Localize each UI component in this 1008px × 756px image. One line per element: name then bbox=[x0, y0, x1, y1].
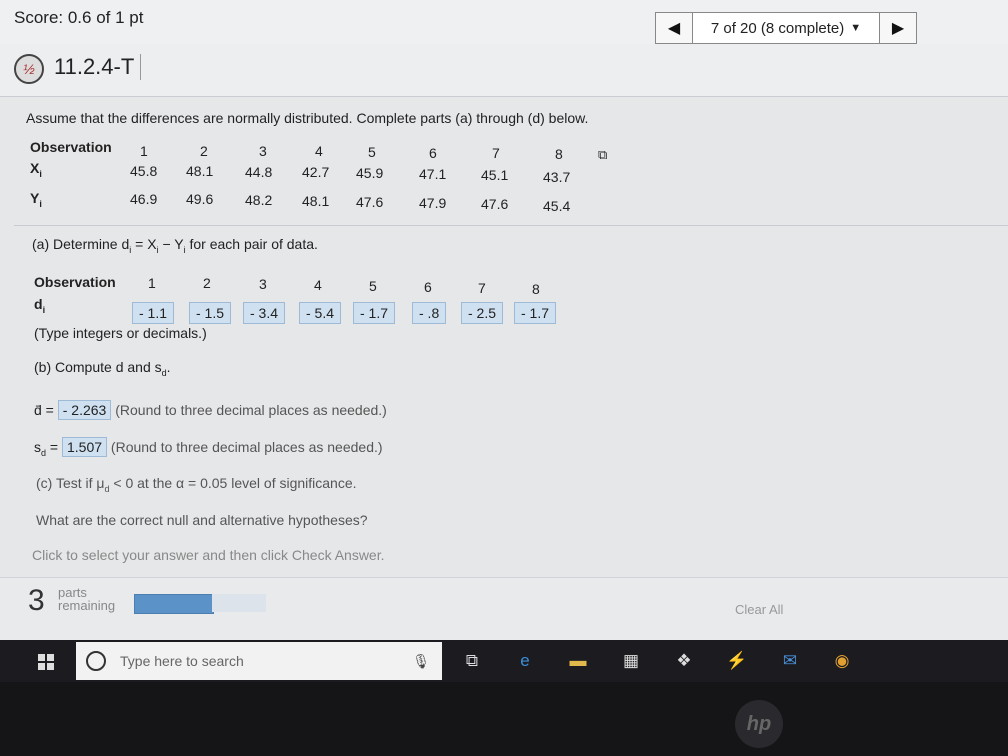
d-obs-1: 1 bbox=[148, 275, 156, 291]
obs-header-4: 4 bbox=[315, 143, 323, 159]
parts-remaining-label: parts remaining bbox=[58, 585, 116, 613]
dbar-hint: (Round to three decimal places as needed… bbox=[115, 402, 387, 418]
obs-header-8: 8 bbox=[555, 146, 563, 162]
right-arrow-icon: ▶ bbox=[891, 20, 905, 37]
progress-bar-fill bbox=[134, 594, 214, 614]
dbar-row: d̄ = - 2.263 (Round to three decimal pla… bbox=[34, 400, 387, 420]
part-b-prompt: (b) Compute d and sd. bbox=[34, 359, 171, 378]
taskbar-search-placeholder: Type here to search bbox=[120, 653, 244, 669]
microphone-icon[interactable]: 🎙 bbox=[412, 653, 430, 670]
cortana-icon bbox=[86, 651, 106, 671]
x-value-7: 45.1 bbox=[481, 167, 509, 183]
y-value-1: 46.9 bbox=[130, 191, 158, 207]
d-answer-4[interactable]: - 5.4 bbox=[299, 302, 342, 324]
d-answer-8[interactable]: - 1.7 bbox=[514, 302, 557, 324]
question-counter-dropdown[interactable]: 7 of 20 (8 complete) ▼ bbox=[693, 12, 879, 44]
question-id: 11.2.4-T bbox=[54, 54, 142, 80]
d-answer-6[interactable]: - .8 bbox=[412, 302, 447, 324]
problem-intro: Assume that the differences are normally… bbox=[26, 110, 589, 126]
x-value-2: 48.1 bbox=[186, 163, 214, 179]
d-answer-3[interactable]: - 3.4 bbox=[243, 302, 286, 324]
task-view-icon[interactable]: ⧉ bbox=[462, 651, 482, 671]
taskbar: Type here to search 🎙 ⧉ e ▬ ▦ ❖ ⚡ ✉ ◉ bbox=[0, 640, 1008, 682]
table-label-observation: Observation bbox=[30, 139, 112, 155]
obs-header-5: 5 bbox=[368, 144, 376, 160]
part-a-observation-label: Observation bbox=[34, 274, 116, 290]
y-value-2: 49.6 bbox=[186, 191, 214, 207]
answer-instruction: Click to select your answer and then cli… bbox=[32, 547, 385, 563]
obs-header-3: 3 bbox=[259, 143, 267, 159]
y-value-8: 45.4 bbox=[543, 198, 571, 214]
status-footer: 3 parts remaining Clear All bbox=[0, 577, 1008, 641]
d-obs-4: 4 bbox=[314, 277, 322, 293]
parts-remaining-count: 3 bbox=[28, 584, 45, 617]
obs-header-6: 6 bbox=[429, 145, 437, 161]
question-content: Assume that the differences are normally… bbox=[0, 97, 1008, 577]
obs-header-7: 7 bbox=[492, 145, 500, 161]
mail-icon[interactable]: ✉ bbox=[780, 651, 800, 671]
app-icon[interactable]: ⚡ bbox=[726, 651, 747, 671]
laptop-bezel bbox=[0, 682, 1008, 756]
progress-bar-track bbox=[212, 594, 266, 612]
obs-header-2: 2 bbox=[200, 143, 208, 159]
partial-credit-icon: ½ bbox=[14, 54, 44, 84]
left-arrow-icon: ◀ bbox=[667, 20, 681, 37]
x-value-4: 42.7 bbox=[302, 164, 330, 180]
question-counter-text: 7 of 20 (8 complete) bbox=[710, 19, 845, 37]
x-value-1: 45.8 bbox=[130, 163, 158, 179]
table-label-x: Xi bbox=[30, 160, 42, 179]
y-value-6: 47.9 bbox=[419, 195, 447, 211]
next-question-button[interactable]: ▶ bbox=[879, 12, 917, 44]
d-obs-7: 7 bbox=[478, 280, 486, 296]
d-obs-2: 2 bbox=[203, 275, 211, 291]
dropdown-arrow-icon: ▼ bbox=[850, 22, 862, 34]
question-navigator: ◀ 7 of 20 (8 complete) ▼ ▶ bbox=[655, 12, 917, 44]
d-obs-8: 8 bbox=[532, 281, 540, 297]
top-bar: Score: 0.6 of 1 pt ◀ 7 of 20 (8 complete… bbox=[0, 0, 1008, 45]
d-obs-6: 6 bbox=[424, 279, 432, 295]
store-icon[interactable]: ▦ bbox=[621, 651, 641, 671]
clear-all-button[interactable]: Clear All bbox=[735, 602, 783, 617]
copy-table-icon[interactable]: ⧉ bbox=[598, 147, 607, 163]
edge-browser-icon[interactable]: e bbox=[515, 651, 535, 671]
divider bbox=[14, 225, 1008, 226]
question-header: ½ 11.2.4-T bbox=[0, 44, 1008, 97]
d-answer-2[interactable]: - 1.5 bbox=[189, 302, 232, 324]
sd-hint: (Round to three decimal places as needed… bbox=[110, 439, 383, 455]
sd-row: sd = 1.507 (Round to three decimal place… bbox=[34, 437, 383, 458]
score-text: Score: 0.6 of 1 pt bbox=[14, 8, 144, 27]
d-answer-1[interactable]: - 1.1 bbox=[132, 302, 175, 324]
previous-question-button[interactable]: ◀ bbox=[655, 12, 693, 44]
dbar-answer[interactable]: - 2.263 bbox=[57, 400, 112, 420]
d-obs-3: 3 bbox=[259, 276, 267, 292]
d-answer-5[interactable]: - 1.7 bbox=[353, 302, 396, 324]
x-value-6: 47.1 bbox=[419, 166, 447, 182]
part-c-prompt: (c) Test if μd < 0 at the α = 0.05 level… bbox=[36, 475, 357, 494]
dropbox-icon[interactable]: ❖ bbox=[674, 651, 694, 671]
part-a-prompt: (a) Determine di = Xi − Yi for each pair… bbox=[32, 236, 318, 255]
part-c-question: What are the correct null and alternativ… bbox=[36, 512, 368, 528]
part-a-d-label: di bbox=[34, 296, 46, 315]
part-a-hint: (Type integers or decimals.) bbox=[34, 325, 207, 341]
hp-logo-icon: hp bbox=[735, 700, 783, 748]
d-obs-5: 5 bbox=[369, 278, 377, 294]
browser-window: Score: 0.6 of 1 pt ◀ 7 of 20 (8 complete… bbox=[0, 0, 1008, 641]
table-label-y: Yi bbox=[30, 190, 42, 209]
d-answer-7[interactable]: - 2.5 bbox=[461, 302, 504, 324]
file-explorer-icon[interactable]: ▬ bbox=[568, 651, 588, 671]
y-value-4: 48.1 bbox=[302, 193, 330, 209]
x-value-5: 45.9 bbox=[356, 165, 384, 181]
sd-answer[interactable]: 1.507 bbox=[61, 437, 108, 457]
y-value-5: 47.6 bbox=[356, 194, 384, 210]
windows-start-icon[interactable] bbox=[38, 654, 54, 670]
y-value-3: 48.2 bbox=[245, 192, 273, 208]
y-value-7: 47.6 bbox=[481, 196, 509, 212]
chrome-icon[interactable]: ◉ bbox=[832, 651, 852, 671]
obs-header-1: 1 bbox=[140, 143, 148, 159]
taskbar-search-box[interactable]: Type here to search 🎙 bbox=[76, 642, 442, 680]
x-value-3: 44.8 bbox=[245, 164, 273, 180]
x-value-8: 43.7 bbox=[543, 169, 571, 185]
